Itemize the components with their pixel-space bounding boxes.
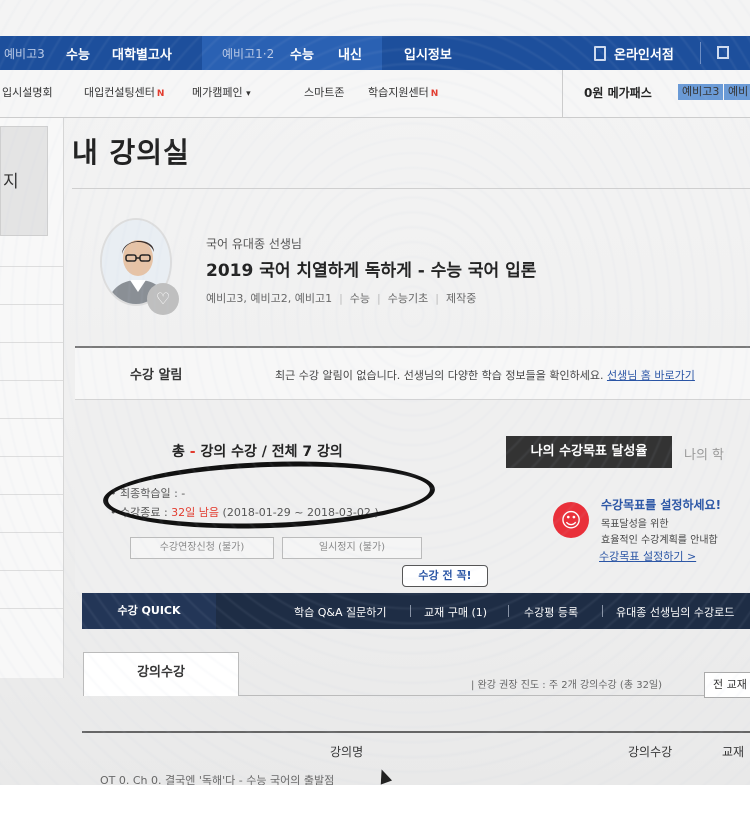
sub-navigation: 입시설명회 대입컨설팅센터 N 메가캠페인 ▾ 스마트존 학습지원센터 N 0원 메…	[0, 70, 750, 118]
table-row[interactable]: OT 0. Ch 0. 결국엔 '독해'다 - 수능 국어의 출발점	[100, 772, 750, 785]
smile-icon: ☺	[553, 502, 589, 538]
nav-item-naesin[interactable]: 내신	[338, 44, 362, 63]
buy-textbook-button[interactable]: 교재 구매 (1)	[424, 604, 487, 620]
subnav-consulting[interactable]: 대입컨설팅센터 N	[84, 84, 164, 100]
subnav-campaign-label: 메가캠페인	[192, 86, 243, 99]
course-level: 수능기초	[387, 292, 429, 305]
tab-baseline	[239, 695, 750, 696]
notice-text: 최근 수강 알림이 없습니다. 선생님의 다양한 학습 정보들을 확인하세요. …	[275, 367, 695, 383]
tab-lecture-watch[interactable]: 강의수강	[83, 652, 239, 696]
write-review-button[interactable]: 수강평 등록	[524, 604, 578, 620]
megapass-label[interactable]: 0원 메가패스	[584, 84, 652, 101]
set-goal-link[interactable]: 수강목표 설정하기 >	[599, 548, 696, 564]
subnav-campaign[interactable]: 메가캠페인 ▾	[192, 84, 251, 100]
quick-divider	[602, 605, 603, 617]
quick-menu-bar: 수강 QUICK 학습 Q&A 질문하기 교재 구매 (1) 수강평 등록 유대…	[82, 593, 750, 629]
left-sidebar: 지	[0, 118, 64, 678]
nav-item-bookstore[interactable]: 온라인서점	[614, 44, 674, 63]
tab-my-study[interactable]: 나의 학	[684, 444, 724, 463]
pause-course-button[interactable]: 일시정지 (불가)	[282, 537, 422, 559]
quick-label: 수강 QUICK	[82, 593, 216, 629]
subnav-briefing[interactable]: 입시설명회	[2, 84, 53, 100]
sidebar-divider	[0, 608, 63, 609]
subnav-smartzone[interactable]: 스마트존	[304, 84, 344, 100]
tab-goal-achievement[interactable]: 나의 수강목표 달성율	[506, 436, 672, 468]
teacher-name: 국어 유대종 선생님	[206, 237, 302, 251]
course-meta: 예비고3, 예비고2, 예비고1 | 수능 | 수능기초 | 제작중	[206, 290, 476, 306]
qna-button[interactable]: 학습 Q&A 질문하기	[294, 604, 386, 620]
goal-heading: 수강목표를 설정하세요!	[601, 498, 722, 512]
subnav-study-center[interactable]: 학습지원센터 N	[368, 84, 438, 100]
course-roadmap-button[interactable]: 유대종 선생님의 수강로드	[616, 604, 734, 620]
course-status: 제작중	[445, 292, 477, 305]
nav-item-prep3[interactable]: 예비고3	[4, 45, 45, 62]
quick-divider	[508, 605, 509, 617]
sidebar-tab[interactable]: 지	[0, 126, 48, 236]
column-header-book: 교재	[722, 745, 745, 759]
course-notice-bar: 수강 알림 최근 수강 알림이 없습니다. 선생님의 다양한 학습 정보들을 확…	[75, 346, 750, 400]
subnav-divider	[562, 70, 563, 118]
subnav-consulting-label: 대입컨설팅센터	[84, 86, 155, 99]
new-badge: N	[430, 89, 439, 99]
goal-description-1: 목표달성을 위한	[601, 519, 669, 530]
nav-item-univ-exam[interactable]: 대학별고사	[112, 44, 172, 63]
new-badge: N	[156, 89, 165, 99]
total-prefix: 총	[172, 444, 185, 460]
megapass-tag-prep3[interactable]: 예비고3	[678, 84, 724, 100]
book-icon	[594, 46, 606, 61]
recommended-progress: | 완강 권장 진도 : 주 2개 강의수강 (총 32일)	[471, 680, 663, 691]
heart-icon[interactable]: ♡	[147, 283, 179, 315]
page-title: 내 강의실	[72, 136, 190, 169]
title-divider	[72, 188, 750, 189]
chevron-down-icon: ▾	[246, 89, 251, 99]
nav-item-suneung-2[interactable]: 수능	[290, 44, 314, 63]
subnav-study-center-label: 학습지원센터	[368, 86, 429, 99]
goal-description-2: 효율적인 수강계획를 안내합	[601, 535, 718, 546]
meta-separator: |	[339, 292, 343, 305]
column-header-title: 강의명	[330, 745, 364, 759]
total-text: 강의 수강 / 전체 7 강의	[200, 444, 343, 460]
course-title: 2019 국어 치열하게 독하게 - 수능 국어 입론	[206, 261, 537, 281]
sidebar-divider	[0, 418, 63, 419]
sidebar-divider	[0, 494, 63, 495]
extend-course-button[interactable]: 수강연장신청 (불가)	[130, 537, 274, 559]
before-study-tooltip: 수강 전 꼭!	[402, 565, 488, 587]
all-textbook-button[interactable]: 전 교재	[704, 672, 750, 698]
megapass-tag-prep[interactable]: 예비	[724, 84, 750, 100]
browser-screen: 예비고3 수능 대학별고사 예비고1·2 수능 내신 입시정보 온라인서점 입시…	[0, 0, 750, 785]
sidebar-divider	[0, 380, 63, 381]
nav-item-admission-info[interactable]: 입시정보	[404, 44, 452, 63]
notice-label: 수강 알림	[130, 368, 183, 383]
teacher-home-link[interactable]: 선생님 홈 바로가기	[607, 369, 695, 382]
nav-item-suneung[interactable]: 수능	[66, 44, 90, 63]
notice-message: 최근 수강 알림이 없습니다. 선생님의 다양한 학습 정보들을 확인하세요.	[275, 369, 604, 382]
sidebar-tab-label: 지	[3, 172, 19, 192]
table-top-border	[82, 731, 750, 733]
nav-divider	[700, 42, 701, 64]
course-category: 수능	[349, 292, 371, 305]
course-grade: 예비고3, 예비고2, 예비고1	[206, 292, 333, 305]
total-count: -	[189, 444, 196, 460]
sidebar-divider	[0, 342, 63, 343]
sidebar-divider	[0, 532, 63, 533]
nav-item-prep12[interactable]: 예비고1·2	[222, 45, 274, 62]
meta-separator: |	[435, 292, 439, 305]
top-navigation: 예비고3 수능 대학별고사 예비고1·2 수능 내신 입시정보 온라인서점	[0, 36, 750, 70]
total-lectures: 총 - 강의 수강 / 전체 7 강의	[172, 441, 343, 461]
cart-icon[interactable]	[717, 46, 729, 59]
sidebar-divider	[0, 570, 63, 571]
sidebar-divider	[0, 456, 63, 457]
quick-divider	[410, 605, 411, 617]
sidebar-divider	[0, 304, 63, 305]
column-header-watch: 강의수강	[628, 745, 673, 759]
sidebar-divider	[0, 266, 63, 267]
meta-separator: |	[377, 292, 381, 305]
